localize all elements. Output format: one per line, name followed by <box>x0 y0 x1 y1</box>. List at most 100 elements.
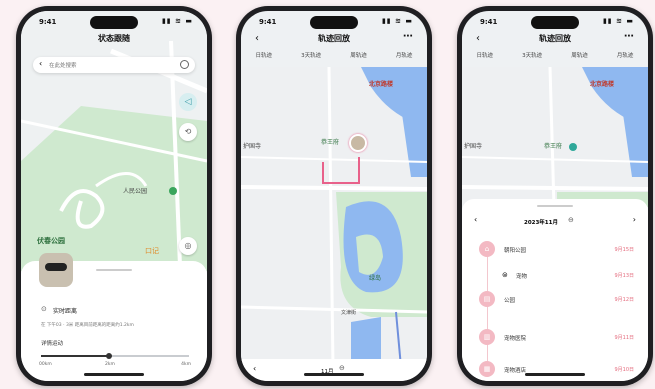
map-label-north: 北京路楼 <box>369 81 394 88</box>
more-icon[interactable]: ⋯ <box>403 31 413 42</box>
calendar-icon[interactable]: ⊖ <box>568 216 574 224</box>
nav-bar: ‹ 轨迹回放 ⋯ <box>462 31 648 49</box>
tab-month[interactable]: 月轨迹 <box>615 51 636 65</box>
home-indicator <box>525 373 585 376</box>
timeline-place: 宠物医院 <box>504 336 527 342</box>
map-label-main-park: 伏春公园 <box>37 237 65 245</box>
park-pin-icon[interactable] <box>169 187 177 195</box>
map-label-west: 护国寺 <box>464 143 483 150</box>
next-month-icon[interactable]: › <box>633 215 636 224</box>
status-time: 9:41 <box>480 18 498 26</box>
more-icon[interactable]: ⋯ <box>624 31 634 42</box>
timeline-place: 公园 <box>504 298 516 304</box>
status-label: 实时距离 <box>53 308 78 315</box>
timeline-time: 9月13日 <box>614 273 634 279</box>
month-label: 2023年11月 <box>524 220 558 226</box>
home-indicator <box>84 373 144 376</box>
dynamic-island <box>531 16 579 29</box>
dynamic-island <box>90 16 138 29</box>
page-title: 状态跟随 <box>98 34 130 43</box>
scale-label-start: 00km <box>39 362 52 367</box>
timeline-dot-icon: ▥ <box>479 329 495 345</box>
screen: 9:41 ▮▮ ≋ ▬ ‹ 轨迹回放 ⋯ 日轨迹 3天轨迹 周轨迹 月轨迹 北京… <box>462 11 648 381</box>
back-icon[interactable]: ‹ <box>476 33 480 44</box>
timeline-time: 9月15日 <box>614 247 634 253</box>
navigate-icon[interactable]: ◁ <box>179 93 197 111</box>
timeline-sheet: ‹ 2023年11月 ⊖ › ⌂ 朝阳公园 9月15日 ⊜ 宠物 9月13日 ▤… <box>462 199 648 381</box>
tab-week[interactable]: 周轨迹 <box>348 51 369 65</box>
nav-bar: 状态跟随 <box>21 33 207 49</box>
timeline-dot-icon: ⌂ <box>479 241 495 257</box>
status-time: 9:41 <box>39 18 57 26</box>
tab-3day[interactable]: 3天轨迹 <box>520 51 544 65</box>
pin-icon: ⊙ <box>41 305 47 313</box>
tab-3day[interactable]: 3天轨迹 <box>299 51 323 65</box>
prev-month-icon[interactable]: ‹ <box>474 215 477 224</box>
timeline-place: 宠物 <box>516 274 528 280</box>
locate-icon[interactable]: ◎ <box>179 237 197 255</box>
status-time: 9:41 <box>259 18 277 26</box>
map-label-island: 绿岛 <box>369 275 382 282</box>
detail-link[interactable]: 详情运动 <box>41 339 63 347</box>
timeline-dot-icon: ▦ <box>479 361 495 377</box>
nav-bar: ‹ 轨迹回放 ⋯ <box>241 31 427 49</box>
timeline-time: 9月12日 <box>614 297 634 303</box>
range-tabs: 日轨迹 3天轨迹 周轨迹 月轨迹 <box>462 51 648 65</box>
status-icons: ▮▮ ≋ ▬ <box>161 17 193 25</box>
map-label-north: 北京路楼 <box>590 81 615 88</box>
page-title: 轨迹回放 <box>318 34 350 43</box>
map-label-place: 恭王府 <box>544 143 563 150</box>
tab-month[interactable]: 月轨迹 <box>394 51 415 65</box>
calendar-icon[interactable]: ⊖ <box>339 364 345 372</box>
slider-fill <box>41 355 110 357</box>
map-label-poi: 口记 <box>145 247 159 255</box>
timeline-time: 9月11日 <box>614 335 634 341</box>
place-pin-icon[interactable] <box>569 143 577 151</box>
page-title: 轨迹回放 <box>539 34 571 43</box>
range-tabs: 日轨迹 3天轨迹 周轨迹 月轨迹 <box>241 51 427 65</box>
map-label-people-park: 人民公园 <box>123 188 148 195</box>
dynamic-island <box>310 16 358 29</box>
sunglasses-icon <box>45 263 67 271</box>
map-label-place: 恭王府 <box>321 139 340 146</box>
map-view[interactable] <box>462 67 648 207</box>
screen: 9:41 ▮▮ ≋ ▬ 状态跟随 人民公园 伏春公园 口记 ‹ 在此处搜索 ◁ … <box>21 11 207 381</box>
phone-status-follow: 9:41 ▮▮ ≋ ▬ 状态跟随 人民公园 伏春公园 口记 ‹ 在此处搜索 ◁ … <box>16 6 212 386</box>
status-icons: ▮▮ ≋ ▬ <box>381 17 413 25</box>
pet-icon: ⊜ <box>502 271 508 279</box>
scale-label-end: 4km <box>181 362 191 367</box>
back-arrow-icon[interactable]: ‹ <box>39 59 42 68</box>
tab-day[interactable]: 日轨迹 <box>475 51 496 65</box>
pet-marker-icon[interactable] <box>349 134 367 152</box>
distance-slider[interactable] <box>41 353 189 359</box>
tab-day[interactable]: 日轨迹 <box>254 51 275 65</box>
map-view[interactable] <box>241 67 427 367</box>
tab-week[interactable]: 周轨迹 <box>569 51 590 65</box>
pet-avatar <box>39 253 73 287</box>
phone-track-timeline: 9:41 ▮▮ ≋ ▬ ‹ 轨迹回放 ⋯ 日轨迹 3天轨迹 周轨迹 月轨迹 北京… <box>457 6 653 386</box>
route-icon[interactable]: ⟲ <box>179 123 197 141</box>
timeline-place: 朝阳公园 <box>504 248 527 254</box>
phone-track-replay: 9:41 ▮▮ ≋ ▬ ‹ 轨迹回放 ⋯ 日轨迹 3天轨迹 周轨迹 月轨迹 北京… <box>236 6 432 386</box>
search-bar[interactable]: ‹ 在此处搜索 <box>33 57 195 73</box>
back-icon[interactable]: ‹ <box>255 33 259 44</box>
date-bar: ‹ 11月 ⊖ <box>241 359 427 381</box>
home-indicator <box>304 373 364 376</box>
drag-handle[interactable] <box>96 269 132 271</box>
timeline-place: 宠物酒店 <box>504 368 527 374</box>
timeline-time: 9月10日 <box>614 367 634 373</box>
map-label-road: 文津街 <box>341 310 357 316</box>
slider-thumb[interactable] <box>106 353 113 359</box>
screen: 9:41 ▮▮ ≋ ▬ ‹ 轨迹回放 ⋯ 日轨迹 3天轨迹 周轨迹 月轨迹 北京… <box>241 11 427 381</box>
scale-label-mid: 2km <box>105 362 115 367</box>
status-detail: 在 下午03 · 3米 距离目前距离的距离约1.2km <box>41 323 134 328</box>
location-icon[interactable] <box>180 60 189 69</box>
search-input[interactable]: 在此处搜索 <box>49 61 77 69</box>
status-icons: ▮▮ ≋ ▬ <box>602 17 634 25</box>
drag-handle[interactable] <box>537 205 573 207</box>
timeline-dot-icon: ▤ <box>479 291 495 307</box>
timeline-line <box>487 247 488 377</box>
status-sheet: ⊙ 实时距离 在 下午03 · 3米 距离目前距离的距离约1.2km 详情运动 … <box>21 253 207 381</box>
prev-icon[interactable]: ‹ <box>253 364 256 373</box>
map-label-west: 护国寺 <box>243 143 262 150</box>
